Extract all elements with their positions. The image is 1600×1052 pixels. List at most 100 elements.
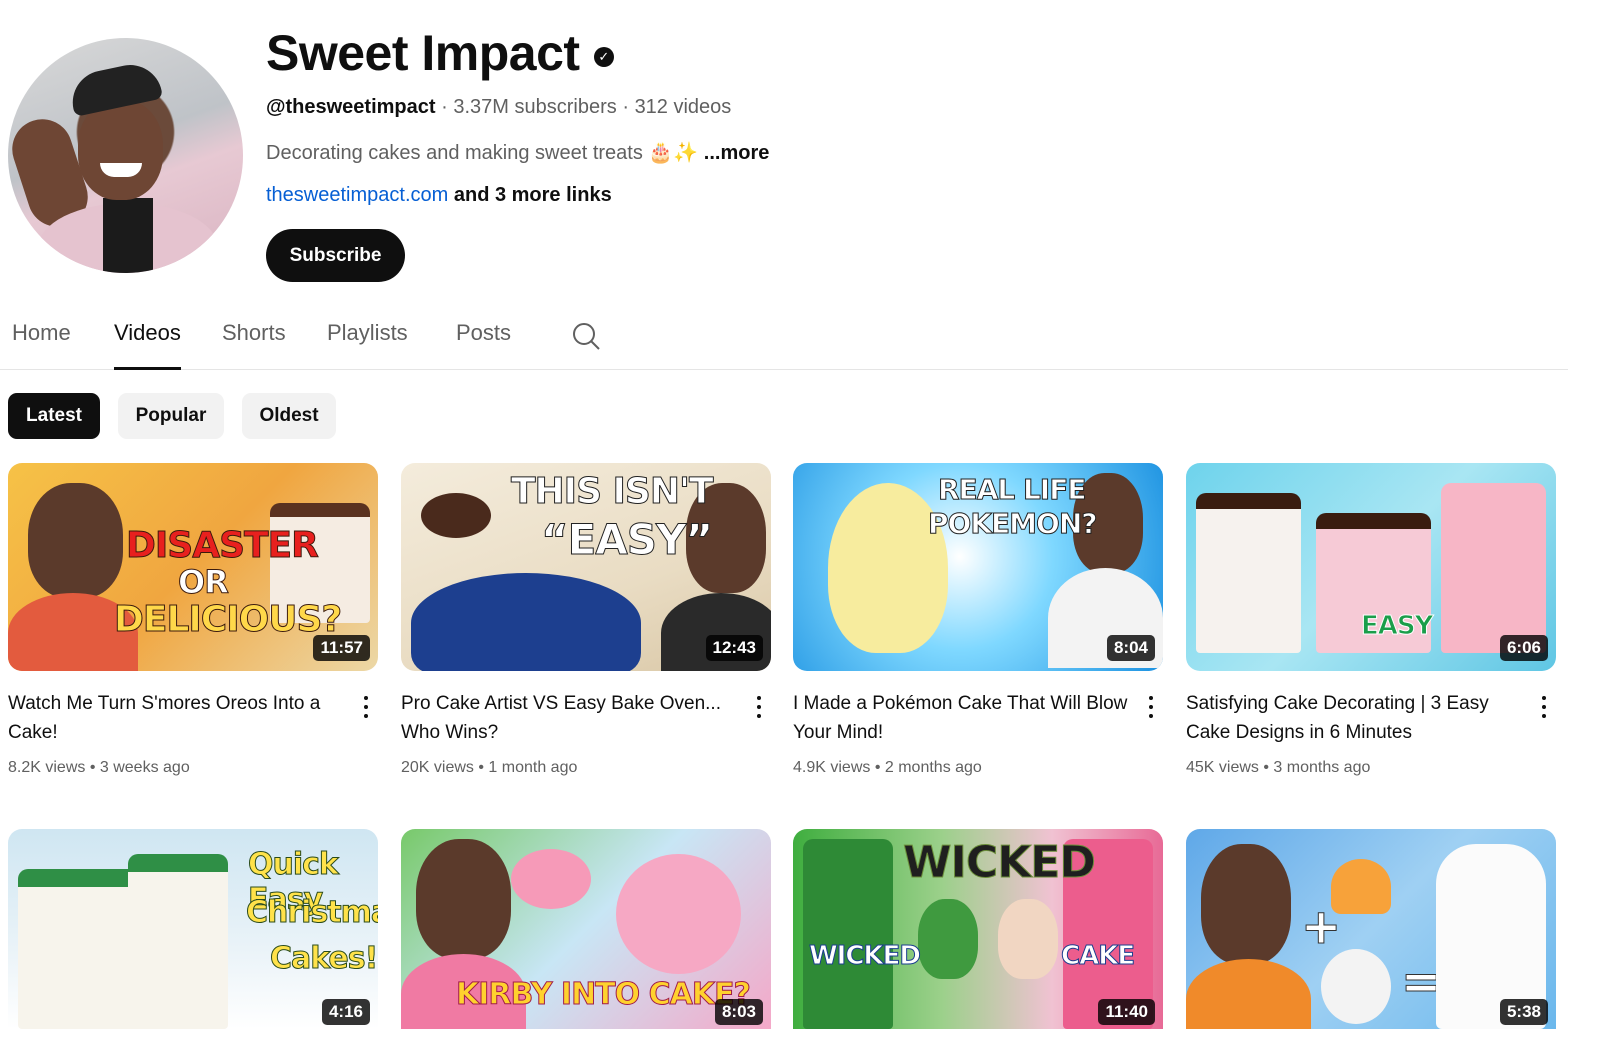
video-meta: 45K views • 3 months ago: [1186, 759, 1371, 776]
more-links-button[interactable]: and 3 more links: [454, 184, 612, 206]
description-text: Decorating cakes and making sweet treats…: [266, 142, 699, 164]
video-card[interactable]: REAL LIFE POKEMON? 8:04 I Made a Pokémon…: [793, 463, 1163, 776]
duration-badge: 4:16: [321, 999, 370, 1025]
tab-shorts[interactable]: Shorts: [222, 320, 286, 370]
channel-meta: @thesweetimpact · 3.37M subscribers · 31…: [266, 96, 731, 119]
equals-icon: =: [1400, 954, 1441, 1011]
thumb-shirt: [1186, 959, 1311, 1029]
video-thumbnail[interactable]: THIS ISN'T “EASY” 12:43: [401, 463, 771, 671]
chip-popular[interactable]: Popular: [118, 393, 224, 439]
thumb-text: OR: [178, 563, 230, 602]
thumb-cake: [803, 839, 893, 1029]
thumb-text: THIS ISN'T: [511, 471, 715, 513]
thumb-person: [1201, 844, 1291, 964]
more-options-icon[interactable]: [360, 693, 372, 721]
channel-name: Sweet Impact: [266, 25, 580, 81]
thumb-kirby: [616, 854, 741, 974]
more-options-icon[interactable]: [1538, 693, 1550, 721]
video-card[interactable]: DISASTER OR DELICIOUS? 11:57 Watch Me Tu…: [8, 463, 378, 776]
video-meta: 20K views • 1 month ago: [401, 759, 578, 776]
video-thumbnail[interactable]: Quick Easy Christmas Cakes! 4:16: [8, 829, 378, 1029]
thumb-person: [28, 483, 123, 598]
thumb-text: CAKE: [1060, 941, 1135, 972]
channel-links: thesweetimpact.com and 3 more links: [266, 184, 612, 207]
video-thumbnail[interactable]: DISASTER OR DELICIOUS? 11:57: [8, 463, 378, 671]
thumb-text: Cakes!: [269, 941, 378, 977]
duration-badge: 5:38: [1499, 999, 1548, 1025]
view-count: 4.9K views: [793, 759, 871, 776]
video-title[interactable]: Pro Cake Artist VS Easy Bake Oven... Who…: [401, 689, 741, 747]
more-options-icon[interactable]: [753, 693, 765, 721]
thumb-text: WICKED: [903, 837, 1097, 889]
thumb-person: [416, 839, 511, 959]
more-link[interactable]: ...more: [704, 142, 770, 164]
thumb-cake: [1441, 483, 1546, 653]
video-card[interactable]: KIRBY INTO CAKE? 8:03: [401, 829, 771, 1029]
video-count: 312 videos: [634, 96, 732, 118]
thumb-text: POKEMON?: [928, 507, 1098, 541]
thumb-text: Christmas: [245, 895, 378, 931]
video-card[interactable]: + = 5:38: [1186, 829, 1556, 1029]
video-card[interactable]: WICKED WICKED CAKE 11:40: [793, 829, 1163, 1029]
view-count: 20K views: [401, 759, 474, 776]
duration-badge: 11:40: [1098, 999, 1155, 1025]
upload-age: 1 month ago: [488, 759, 578, 776]
video-thumbnail[interactable]: KIRBY INTO CAKE? 8:03: [401, 829, 771, 1029]
video-card[interactable]: Quick Easy Christmas Cakes! 4:16: [8, 829, 378, 1029]
upload-age: 3 months ago: [1273, 759, 1371, 776]
upload-age: 3 weeks ago: [99, 759, 190, 776]
meta-separator: ·: [622, 96, 629, 118]
duration-badge: 12:43: [705, 635, 763, 661]
duration-badge: 11:57: [313, 635, 370, 661]
channel-tabs: Home Videos Shorts Playlists Posts: [0, 316, 1568, 370]
search-icon[interactable]: [570, 320, 602, 352]
thumb-cake: [128, 854, 228, 1029]
avatar-face: [78, 100, 163, 200]
thumb-text: “EASY”: [540, 515, 713, 565]
avatar-cap: [66, 59, 164, 117]
chip-latest[interactable]: Latest: [8, 393, 100, 439]
more-options-icon[interactable]: [1145, 693, 1157, 721]
thumb-cake: [1196, 493, 1301, 653]
thumb-text: WICKED: [809, 941, 922, 972]
thumb-text: EASY: [1360, 611, 1433, 642]
thumb-person: [918, 899, 978, 979]
subscriber-count: 3.37M subscribers: [453, 96, 617, 118]
view-count: 8.2K views: [8, 759, 86, 776]
channel-title: Sweet Impact ✓: [266, 24, 614, 82]
video-thumbnail[interactable]: REAL LIFE POKEMON? 8:04: [793, 463, 1163, 671]
subscribe-button[interactable]: Subscribe: [266, 229, 405, 282]
video-thumbnail[interactable]: + = 5:38: [1186, 829, 1556, 1029]
website-link[interactable]: thesweetimpact.com: [266, 184, 448, 206]
view-count: 45K views: [1186, 759, 1259, 776]
video-title[interactable]: Watch Me Turn S'mores Oreos Into a Cake!: [8, 689, 348, 747]
thumb-cookie: [421, 493, 491, 538]
thumb-unicorn-emoji: [1321, 949, 1391, 1024]
upload-age: 2 months ago: [884, 759, 982, 776]
video-card[interactable]: EASY 6:06 Satisfying Cake Decorating | 3…: [1186, 463, 1556, 776]
thumb-text: DISASTER: [126, 525, 320, 567]
channel-description[interactable]: Decorating cakes and making sweet treats…: [266, 140, 769, 165]
video-thumbnail[interactable]: WICKED WICKED CAKE 11:40: [793, 829, 1163, 1029]
meta-separator: ·: [441, 96, 448, 118]
thumb-text: DELICIOUS?: [113, 599, 342, 641]
avatar-hoodie: [103, 198, 153, 273]
channel-avatar[interactable]: [8, 38, 243, 273]
video-title[interactable]: I Made a Pokémon Cake That Will Blow You…: [793, 689, 1133, 747]
thumb-person: [998, 899, 1058, 979]
duration-badge: 6:06: [1499, 635, 1548, 661]
tab-playlists[interactable]: Playlists: [327, 320, 408, 370]
thumb-oven: [411, 573, 641, 671]
duration-badge: 8:03: [714, 999, 763, 1025]
video-card[interactable]: THIS ISN'T “EASY” 12:43 Pro Cake Artist …: [401, 463, 771, 776]
tab-videos[interactable]: Videos: [114, 320, 181, 370]
video-thumbnail[interactable]: EASY 6:06: [1186, 463, 1556, 671]
thumb-cake: [18, 869, 138, 1029]
chip-oldest[interactable]: Oldest: [242, 393, 336, 439]
tab-posts[interactable]: Posts: [456, 320, 511, 370]
thumb-candy-corn: [1331, 859, 1391, 914]
video-title[interactable]: Satisfying Cake Decorating | 3 Easy Cake…: [1186, 689, 1526, 747]
video-meta: 4.9K views • 2 months ago: [793, 759, 982, 776]
thumb-kirby-small: [511, 849, 591, 909]
tab-home[interactable]: Home: [12, 320, 71, 370]
